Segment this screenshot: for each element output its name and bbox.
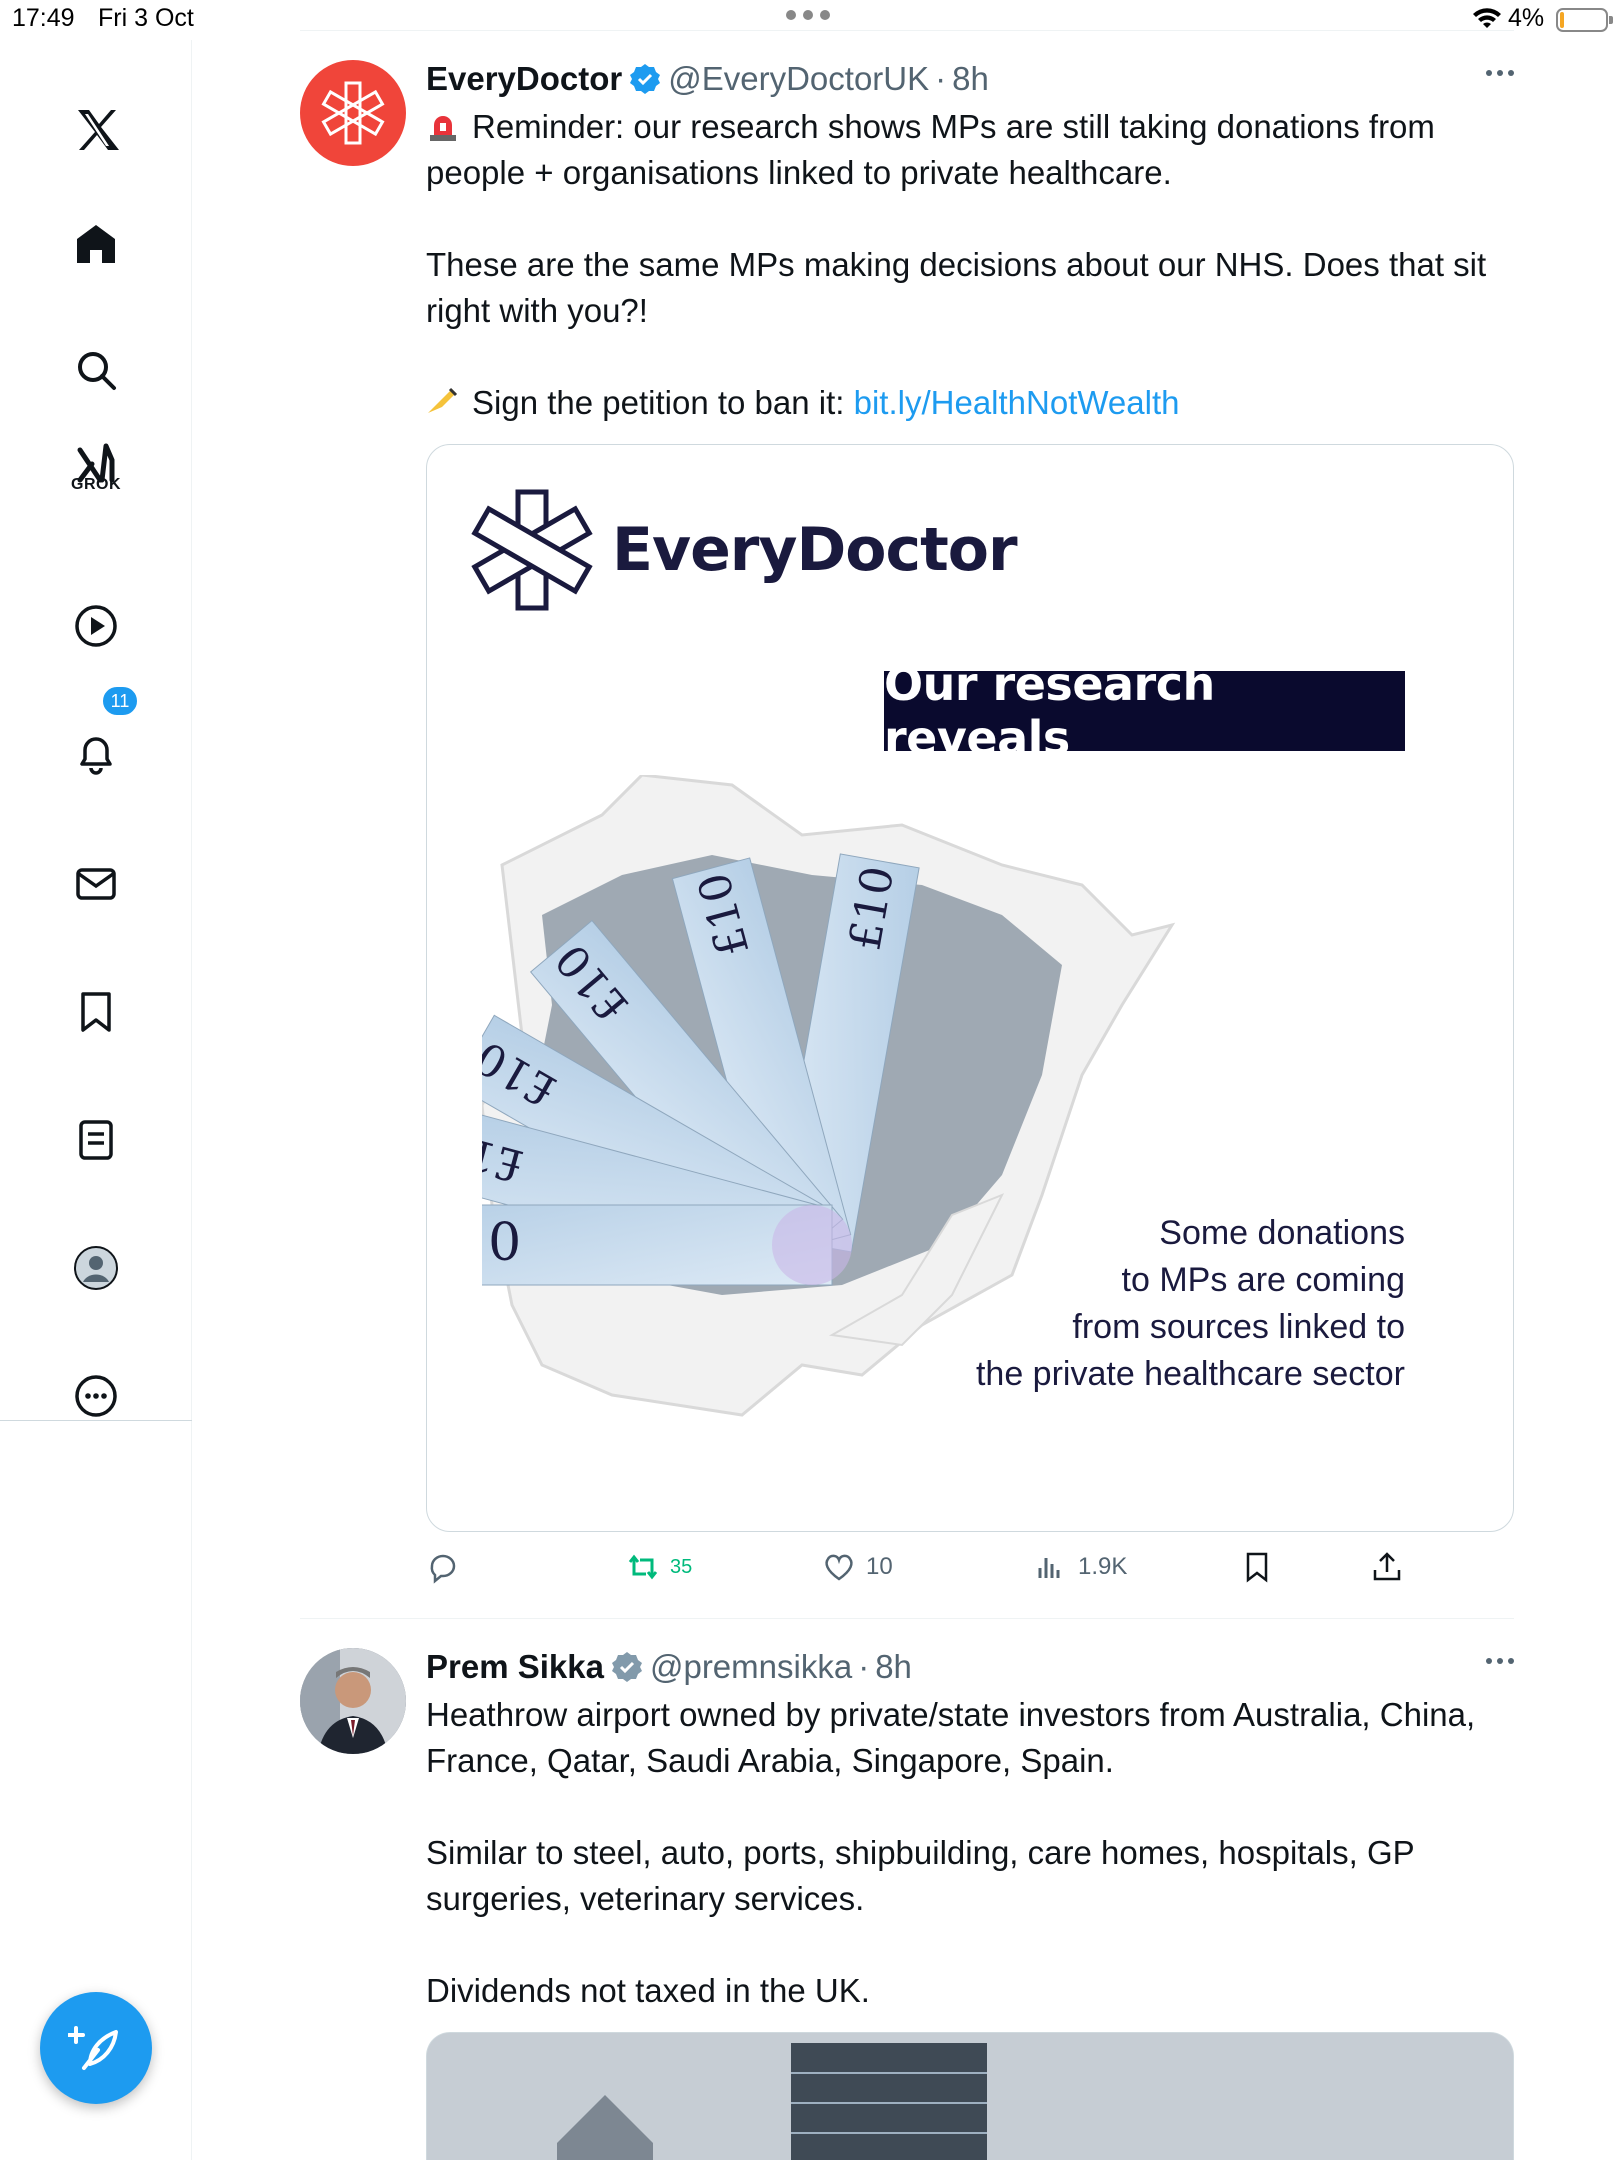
bell-icon[interactable] [56, 714, 136, 794]
author-name[interactable]: Prem Sikka [426, 1648, 604, 1686]
tweet[interactable]: Prem Sikka @premnsikka · 8h Heathrow air… [300, 1644, 1514, 2160]
sidebar-divider [0, 1420, 192, 1421]
verified-badge-icon [630, 64, 661, 94]
share-button[interactable] [1370, 1550, 1404, 1584]
like-count: 10 [866, 1553, 893, 1580]
feed-top-divider [300, 30, 1514, 31]
profile-icon[interactable] [56, 1228, 136, 1308]
play-icon[interactable] [56, 586, 136, 666]
tweet[interactable]: EveryDoctor @EveryDoctorUK · 8h Reminder… [300, 56, 1514, 1616]
author-handle[interactable]: @EveryDoctorUK [668, 60, 929, 98]
views-count: 1.9K [1078, 1553, 1128, 1580]
tweet-header: EveryDoctor @EveryDoctorUK · 8h [426, 60, 989, 98]
sidebar: GROK 11 [0, 40, 192, 2160]
share-icon [1373, 1552, 1401, 1581]
reply-button[interactable] [426, 1550, 460, 1584]
battery-icon [1556, 8, 1613, 32]
multitasking-dots[interactable] [786, 10, 836, 26]
author-name[interactable]: EveryDoctor [426, 60, 622, 98]
tweet-image[interactable] [426, 2032, 1514, 2160]
author-handle[interactable]: @premnsikka [650, 1648, 852, 1686]
mail-icon[interactable] [56, 844, 136, 924]
everydoctor-logo-icon [321, 81, 385, 145]
siren-emoji-icon [430, 116, 456, 141]
more-options-icon[interactable] [1486, 70, 1514, 76]
home-icon[interactable] [56, 204, 136, 284]
bookmark-icon [1246, 1552, 1268, 1583]
tweet-time[interactable]: 8h [875, 1648, 912, 1686]
avatar[interactable] [300, 60, 406, 166]
status-bar: 17:49 Fri 3 Oct 4% [0, 0, 1620, 40]
writing-hand-emoji-icon [428, 387, 458, 413]
donations-caption: Some donations to MPs are coming from so… [975, 1214, 1405, 1393]
wifi-icon [1473, 8, 1501, 28]
notifications-badge: 11 [100, 684, 140, 718]
tweet-text: Reminder: our research shows MPs are sti… [426, 108, 1487, 421]
research-banner: Our research reveals [884, 657, 1405, 765]
tweet-actions: 35 10 1.9K [426, 1550, 1514, 1600]
bookmark-button[interactable] [1240, 1550, 1274, 1584]
everydoctor-star-logo-icon [471, 489, 593, 611]
grok-label: GROK [71, 476, 121, 493]
tweet-divider [300, 1618, 1514, 1619]
like-button[interactable]: 10 [822, 1550, 893, 1584]
tweet-time[interactable]: 8h [952, 60, 989, 98]
heart-icon [825, 1554, 853, 1581]
retweet-count: 35 [670, 1555, 693, 1578]
compose-button[interactable] [40, 1992, 152, 2104]
banknote-label: £10 [482, 1213, 521, 1273]
tweet-text: Heathrow airport owned by private/state … [426, 1696, 1476, 2009]
more-circle-icon[interactable] [56, 1356, 136, 1436]
tweet-header: Prem Sikka @premnsikka · 8h [426, 1648, 912, 1686]
reply-icon [430, 1554, 456, 1584]
buildings-photo [427, 2033, 1513, 2160]
status-time: 17:49 [12, 4, 75, 32]
avatar[interactable] [300, 1648, 406, 1754]
x-logo-icon[interactable] [56, 90, 136, 170]
media-logo-text: EveryDoctor [612, 515, 1018, 585]
person-photo-icon [300, 1648, 406, 1754]
views-icon [1038, 1558, 1060, 1578]
battery-percent: 4% [1508, 4, 1545, 32]
compose-feather-icon [68, 2026, 118, 2070]
status-date: Fri 3 Oct [98, 4, 194, 32]
views-button[interactable]: 1.9K [1034, 1550, 1127, 1584]
list-icon[interactable] [56, 1100, 136, 1180]
more-options-icon[interactable] [1486, 1658, 1514, 1664]
petition-link[interactable]: bit.ly/HealthNotWealth [854, 384, 1180, 421]
retweet-button[interactable]: 35 [626, 1550, 692, 1584]
bookmark-icon[interactable] [56, 972, 136, 1052]
search-icon[interactable] [56, 330, 136, 410]
tweet-image[interactable]: EveryDoctor Our research reveals £10 £10… [426, 444, 1514, 1532]
retweet-icon [628, 1554, 658, 1580]
verified-badge-icon [611, 1652, 642, 1682]
